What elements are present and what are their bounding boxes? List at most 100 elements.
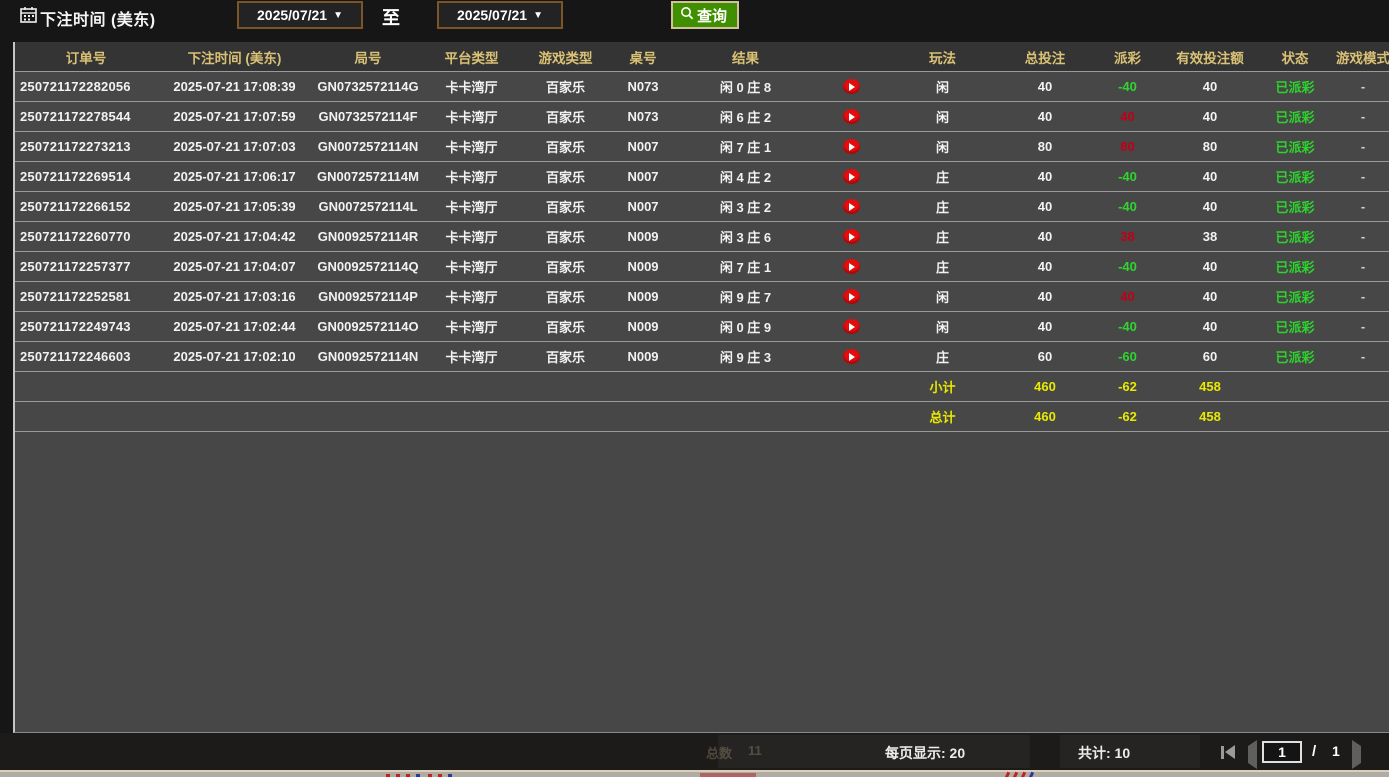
cell-status: 已派彩 — [1255, 132, 1335, 161]
cell-video — [817, 102, 885, 131]
cell-round-id: GN0092572114O — [312, 312, 424, 341]
current-page-input[interactable] — [1262, 741, 1302, 763]
cell-play-type: 闲 — [885, 72, 1000, 101]
first-page-button[interactable] — [1221, 745, 1235, 759]
cell-game-type: 百家乐 — [519, 222, 612, 251]
cell-status: 已派彩 — [1255, 72, 1335, 101]
column-header: 总投注 — [1000, 42, 1090, 71]
background-ghost-value: 11 — [748, 743, 762, 758]
query-button-label: 查询 — [697, 5, 727, 26]
column-header: 局号 — [312, 42, 424, 71]
background-artifact — [700, 773, 756, 777]
cell-table-no: N009 — [612, 342, 674, 371]
page-title: 下注时间 (美东) — [40, 6, 156, 30]
cell-table-no: N009 — [612, 222, 674, 251]
column-header: 游戏模式 — [1335, 42, 1389, 71]
cell-valid-bet: 80 — [1165, 132, 1255, 161]
background-artifact — [1021, 772, 1026, 777]
column-header — [817, 42, 885, 71]
subtotal-total-bet: 460 — [1000, 372, 1090, 401]
table-header-row: 订单号下注时间 (美东)局号平台类型游戏类型桌号结果玩法总投注派彩有效投注额状态… — [15, 42, 1389, 72]
cell-total-bet: 40 — [1000, 282, 1090, 311]
cell-payout: -40 — [1090, 312, 1165, 341]
page-separator: / — [1312, 743, 1316, 760]
column-header: 桌号 — [612, 42, 674, 71]
cell-game-mode: - — [1335, 342, 1389, 371]
play-video-button[interactable] — [843, 259, 860, 274]
cell-table-no: N073 — [612, 72, 674, 101]
cell-game-type: 百家乐 — [519, 252, 612, 281]
cell-valid-bet: 40 — [1165, 282, 1255, 311]
cell-payout: -40 — [1090, 192, 1165, 221]
cell-table-no: N073 — [612, 102, 674, 131]
cell-play-type: 庄 — [885, 252, 1000, 281]
cell-payout: 40 — [1090, 102, 1165, 131]
play-video-button[interactable] — [843, 319, 860, 334]
cell-payout: -60 — [1090, 342, 1165, 371]
play-icon — [849, 233, 855, 241]
cell-result: 闲 0 庄 9 — [674, 312, 817, 341]
cell-result: 闲 7 庄 1 — [674, 132, 817, 161]
cell-total-bet: 40 — [1000, 192, 1090, 221]
column-header: 有效投注额 — [1165, 42, 1255, 71]
chevron-down-icon: ▼ — [333, 10, 343, 21]
play-video-button[interactable] — [843, 199, 860, 214]
cell-table-no: N009 — [612, 282, 674, 311]
search-icon — [680, 6, 694, 24]
cell-play-type: 闲 — [885, 282, 1000, 311]
cell-bet-time: 2025-07-21 17:06:17 — [157, 162, 312, 191]
calendar-icon — [20, 6, 37, 28]
cell-order-id: 250721172282056 — [15, 72, 157, 101]
play-icon — [849, 353, 855, 361]
subtotal-valid-bet: 458 — [1165, 372, 1255, 401]
cell-play-type: 庄 — [885, 342, 1000, 371]
filter-bar: 下注时间 (美东) 2025/07/21 ▼ 至 2025/07/21 ▼ 查询 — [0, 0, 1389, 42]
cell-game-type: 百家乐 — [519, 282, 612, 311]
table-row: 250721172273213 2025-07-21 17:07:03 GN00… — [15, 132, 1389, 162]
date-from-select[interactable]: 2025/07/21 ▼ — [237, 1, 363, 29]
play-video-button[interactable] — [843, 79, 860, 94]
total-pages-label: 1 — [1332, 743, 1340, 759]
cell-total-bet: 40 — [1000, 162, 1090, 191]
play-icon — [849, 173, 855, 181]
cell-order-id: 250721172278544 — [15, 102, 157, 131]
date-to-select[interactable]: 2025/07/21 ▼ — [437, 1, 563, 29]
column-header: 游戏类型 — [519, 42, 612, 71]
cell-result: 闲 9 庄 7 — [674, 282, 817, 311]
play-video-button[interactable] — [843, 229, 860, 244]
cell-payout: 38 — [1090, 222, 1165, 251]
play-video-button[interactable] — [843, 289, 860, 304]
cell-bet-time: 2025-07-21 17:07:59 — [157, 102, 312, 131]
cell-bet-time: 2025-07-21 17:04:07 — [157, 252, 312, 281]
cell-order-id: 250721172252581 — [15, 282, 157, 311]
cell-round-id: GN0092572114Q — [312, 252, 424, 281]
cell-play-type: 庄 — [885, 162, 1000, 191]
cell-platform: 卡卡湾厅 — [424, 72, 519, 101]
grand-total-payout: -62 — [1090, 402, 1165, 431]
cell-payout: -40 — [1090, 72, 1165, 101]
cell-platform: 卡卡湾厅 — [424, 222, 519, 251]
query-button[interactable]: 查询 — [671, 1, 739, 29]
play-icon — [849, 263, 855, 271]
play-video-button[interactable] — [843, 169, 860, 184]
cell-game-type: 百家乐 — [519, 312, 612, 341]
next-page-button[interactable] — [1352, 746, 1361, 764]
date-from-value: 2025/07/21 — [257, 7, 327, 23]
play-video-button[interactable] — [843, 109, 860, 124]
cell-round-id: GN0072572114M — [312, 162, 424, 191]
previous-page-button[interactable] — [1248, 746, 1257, 764]
table-row: 250721172257377 2025-07-21 17:04:07 GN00… — [15, 252, 1389, 282]
table-row: 250721172260770 2025-07-21 17:04:42 GN00… — [15, 222, 1389, 252]
play-video-button[interactable] — [843, 139, 860, 154]
cell-play-type: 庄 — [885, 192, 1000, 221]
date-range-to-label: 至 — [382, 4, 400, 30]
play-video-button[interactable] — [843, 349, 860, 364]
cell-round-id: GN0072572114N — [312, 132, 424, 161]
subtotal-label: 小计 — [885, 372, 1000, 401]
cell-status: 已派彩 — [1255, 192, 1335, 221]
cell-payout: -40 — [1090, 252, 1165, 281]
cell-order-id: 250721172249743 — [15, 312, 157, 341]
cell-game-mode: - — [1335, 252, 1389, 281]
cell-bet-time: 2025-07-21 17:05:39 — [157, 192, 312, 221]
cell-play-type: 庄 — [885, 222, 1000, 251]
